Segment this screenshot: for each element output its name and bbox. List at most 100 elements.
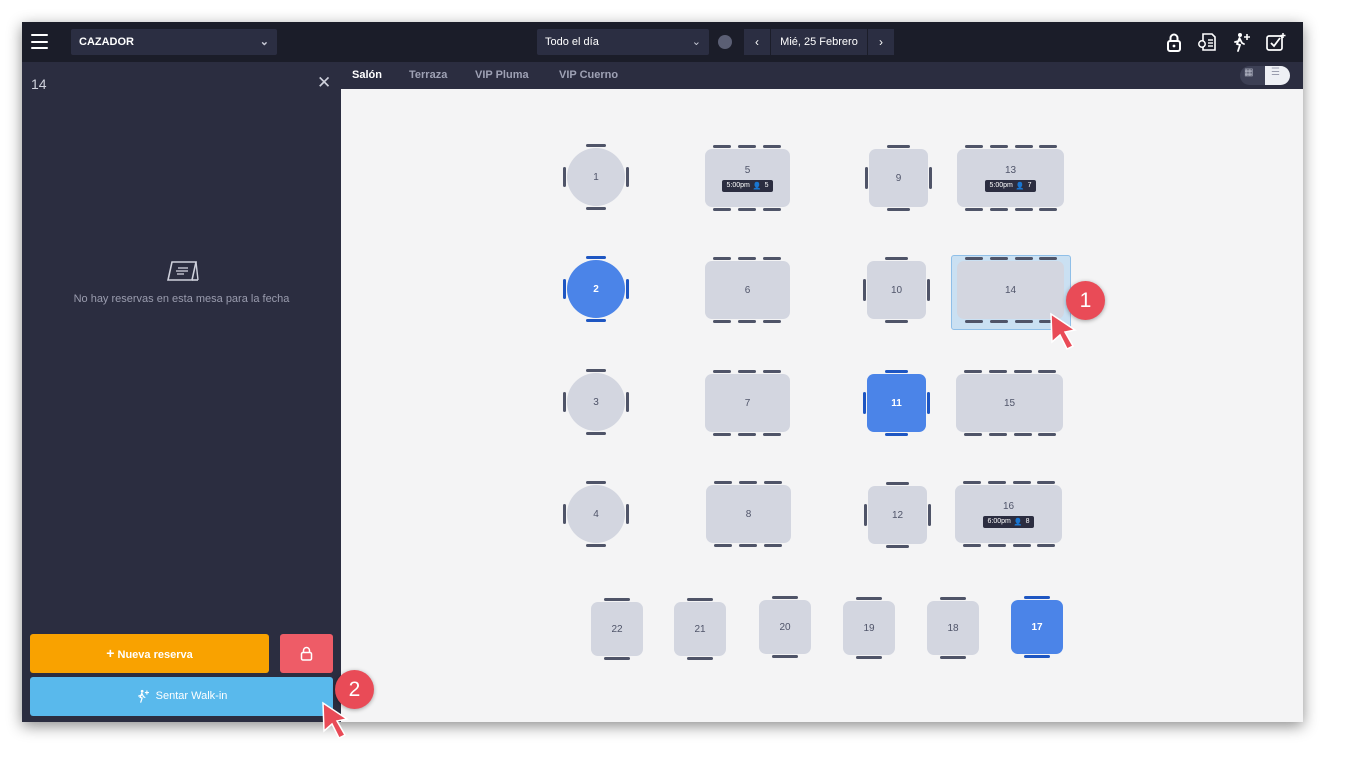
table-21[interactable]: 21 [674,598,726,660]
chair [885,257,908,260]
chair [886,545,909,548]
chair [885,370,908,373]
venue-select[interactable]: CAZADOR ⌄ [71,29,277,55]
chair [586,544,606,547]
chair [1015,145,1033,148]
lock-icon [300,646,313,661]
chair [764,481,782,484]
chair [1039,145,1057,148]
chair [965,145,983,148]
chair [626,279,629,299]
shift-label: Todo el día [545,36,599,48]
shift-select[interactable]: Todo el día ⌄ [537,29,709,55]
clock-icon[interactable] [718,35,732,49]
chair [990,320,1008,323]
table-number: 16 [1002,500,1015,512]
chair [940,656,966,659]
table-18[interactable]: 18 [927,597,979,659]
chair [1037,544,1055,547]
table-12[interactable]: 12 [864,482,931,548]
chair [586,144,606,147]
table-7[interactable]: 7 [705,370,790,436]
table-6[interactable]: 6 [705,257,790,323]
tab-vip-cuerno[interactable]: VIP Cuerno [559,62,618,89]
chair [763,208,781,211]
chair [1037,481,1055,484]
chair [929,167,932,189]
table-11[interactable]: 11 [863,370,930,436]
chair [687,657,713,660]
chair [563,167,566,187]
table-number: 4 [593,508,599,520]
table-number: 20 [779,621,791,633]
view-toggle[interactable]: ▦ ☰ [1240,66,1290,85]
reservation-badge: 5:00pm 👤 7 [984,179,1037,192]
table-number: 17 [1031,621,1043,633]
previous-day-button[interactable]: ‹ [744,29,770,55]
tab-salon[interactable]: Salón [352,62,382,89]
chair [990,257,1008,260]
chair [928,504,931,526]
chair [586,369,606,372]
guests-icon: 👤 [1013,518,1023,526]
top-bar: CAZADOR ⌄ Todo el día ⌄ ‹ Mié, 25 Febrer… [22,22,1303,62]
date-label[interactable]: Mié, 25 Febrero [771,29,867,55]
table-number: 14 [1004,284,1017,296]
new-reservation-button[interactable]: + Nueva reserva [30,634,269,673]
chair [940,597,966,600]
checklist-icon[interactable] [1265,32,1287,52]
chair [763,320,781,323]
table-16[interactable]: 16 6:00pm 👤 8 [955,481,1062,547]
chair [1015,320,1033,323]
table-15[interactable]: 15 [956,370,1063,436]
chair [604,598,630,601]
chair [988,481,1006,484]
menu-icon[interactable] [31,34,48,49]
table-number: 2 [593,283,599,295]
close-icon[interactable]: ✕ [317,73,331,93]
next-day-button[interactable]: › [868,29,894,55]
chair [738,433,756,436]
panel-table-number: 14 [31,76,47,92]
tab-vip-pluma[interactable]: VIP Pluma [475,62,529,89]
seat-walkin-button[interactable]: Sentar Walk-in [30,677,333,716]
chair [763,370,781,373]
list-view-icon: ☰ [1265,66,1290,85]
table-9[interactable]: 9 [865,145,932,211]
chair [626,167,629,187]
table-3[interactable]: 3 [563,369,629,435]
table-14[interactable]: 14 [957,257,1064,323]
reservation-time: 5:00pm [989,182,1013,189]
chair [586,256,606,259]
table-number: 21 [694,623,706,635]
reservation-time: 5:00pm [726,182,750,189]
block-table-button[interactable] [280,634,333,673]
table-1[interactable]: 1 [563,144,629,210]
chair [856,597,882,600]
table-10[interactable]: 10 [863,257,930,323]
table-number: 12 [891,509,904,521]
walk-in-icon[interactable] [1231,32,1253,52]
table-17[interactable]: 17 [1011,596,1063,658]
chair [990,145,1008,148]
chair [763,433,781,436]
table-5[interactable]: 5 5:00pm 👤 5 [705,145,790,211]
tab-terraza[interactable]: Terraza [409,62,447,89]
chair [586,207,606,210]
table-4[interactable]: 4 [563,481,629,547]
list-search-icon[interactable] [1197,32,1219,52]
table-number: 15 [1003,397,1016,409]
table-19[interactable]: 19 [843,597,895,659]
table-22[interactable]: 22 [591,598,643,660]
lock-icon[interactable] [1163,32,1185,52]
chair [988,544,1006,547]
chevron-down-icon: ⌄ [691,36,701,48]
chair [714,544,732,547]
table-2[interactable]: 2 [563,256,629,322]
chair [626,392,629,412]
table-8[interactable]: 8 [706,481,791,547]
table-20[interactable]: 20 [759,596,811,658]
chair [1038,370,1056,373]
chair [1039,208,1057,211]
table-13[interactable]: 13 5:00pm 👤 7 [957,145,1064,211]
